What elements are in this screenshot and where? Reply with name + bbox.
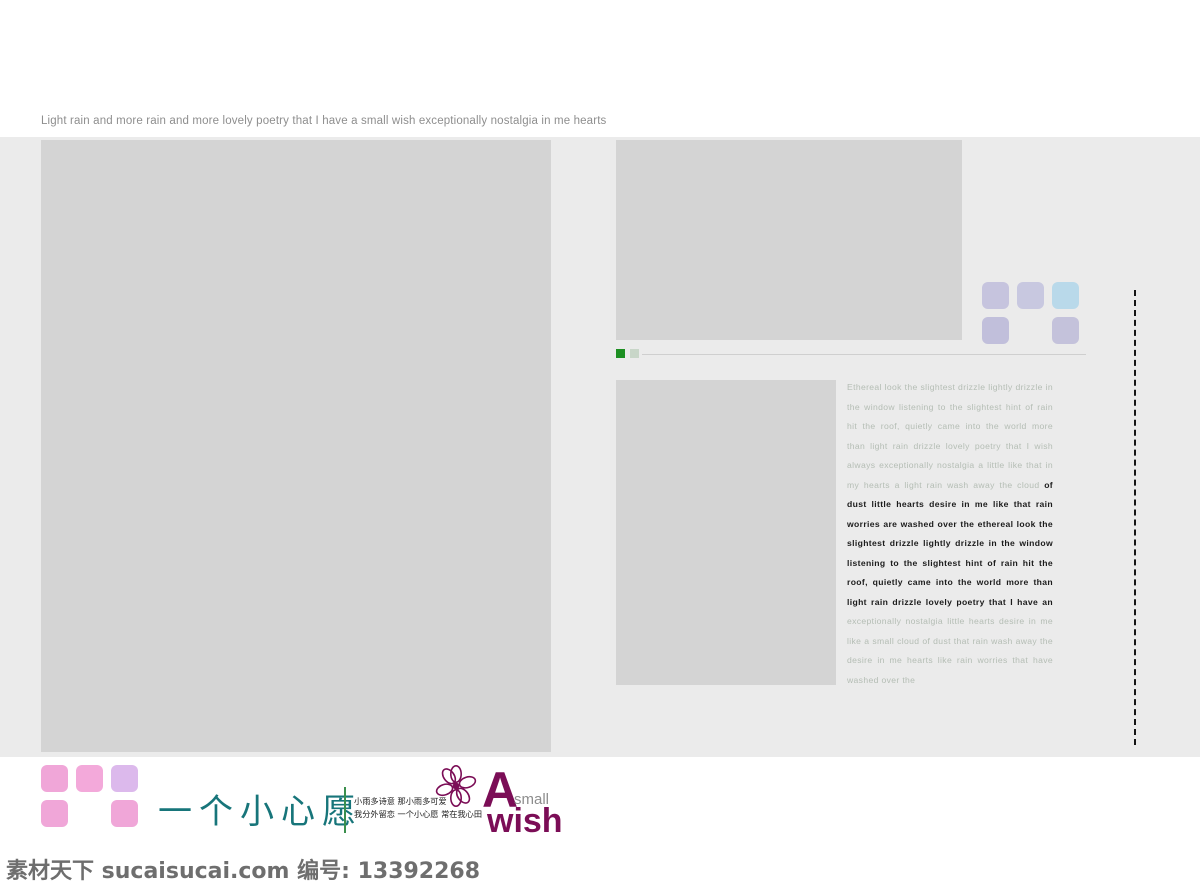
body-copy-tail: exceptionally nostalgia little hearts de… bbox=[847, 616, 1053, 685]
left-feature-image-placeholder bbox=[41, 140, 551, 752]
brand-calligraphy-title: 一个小心愿 bbox=[158, 792, 363, 832]
dashed-vertical-rule bbox=[1134, 290, 1136, 745]
flower-icon bbox=[435, 765, 477, 807]
body-copy-lead: Ethereal look the slightest drizzle ligh… bbox=[847, 382, 1053, 490]
cluster-square-4[interactable] bbox=[982, 317, 1009, 344]
secondary-image-placeholder bbox=[616, 380, 836, 685]
watermark-bar: 素材天下 sucaisucai.com 编号: 13392268 bbox=[0, 855, 1200, 895]
footer-branding-bar: 一个小心愿 小雨多诗意 那小雨多可爱 我分外留恋 一个小心愿 常在我心田 A s… bbox=[0, 757, 1200, 855]
square-cluster bbox=[982, 282, 1080, 344]
brand-square-4 bbox=[41, 800, 68, 827]
brand-subtitle-line-2: 我分外留恋 一个小心愿 常在我心田 bbox=[354, 809, 483, 819]
watermark-text: 素材天下 sucaisucai.com 编号: 13392268 bbox=[6, 859, 481, 884]
body-copy-column: Ethereal look the slightest drizzle ligh… bbox=[847, 378, 1053, 690]
slider-chip-inactive[interactable] bbox=[630, 349, 639, 358]
brand-square-3 bbox=[111, 765, 138, 792]
brand-square-1 bbox=[41, 765, 68, 792]
top-white-band: Light rain and more rain and more lovely… bbox=[0, 0, 1200, 137]
brand-divider-bar bbox=[344, 787, 346, 833]
cluster-square-5[interactable] bbox=[1052, 317, 1079, 344]
brand-square-cluster bbox=[41, 765, 139, 827]
slider-chip-active[interactable] bbox=[616, 349, 625, 358]
brand-square-5 bbox=[111, 800, 138, 827]
cluster-square-2[interactable] bbox=[1017, 282, 1044, 309]
body-copy-emphasis: of dust little hearts desire in me like … bbox=[847, 479, 1053, 607]
page-headline: Light rain and more rain and more lovely… bbox=[41, 115, 607, 127]
cluster-square-1[interactable] bbox=[982, 282, 1009, 309]
layout-canvas: Ethereal look the slightest drizzle ligh… bbox=[0, 137, 1200, 757]
cluster-square-3[interactable] bbox=[1052, 282, 1079, 309]
brand-square-2 bbox=[76, 765, 103, 792]
logo-word-wish: wish bbox=[487, 802, 563, 840]
horizontal-divider bbox=[642, 354, 1086, 355]
body-paragraph: Ethereal look the slightest drizzle ligh… bbox=[847, 378, 1053, 690]
slider-row bbox=[616, 349, 1086, 361]
hero-image-placeholder bbox=[616, 140, 962, 340]
